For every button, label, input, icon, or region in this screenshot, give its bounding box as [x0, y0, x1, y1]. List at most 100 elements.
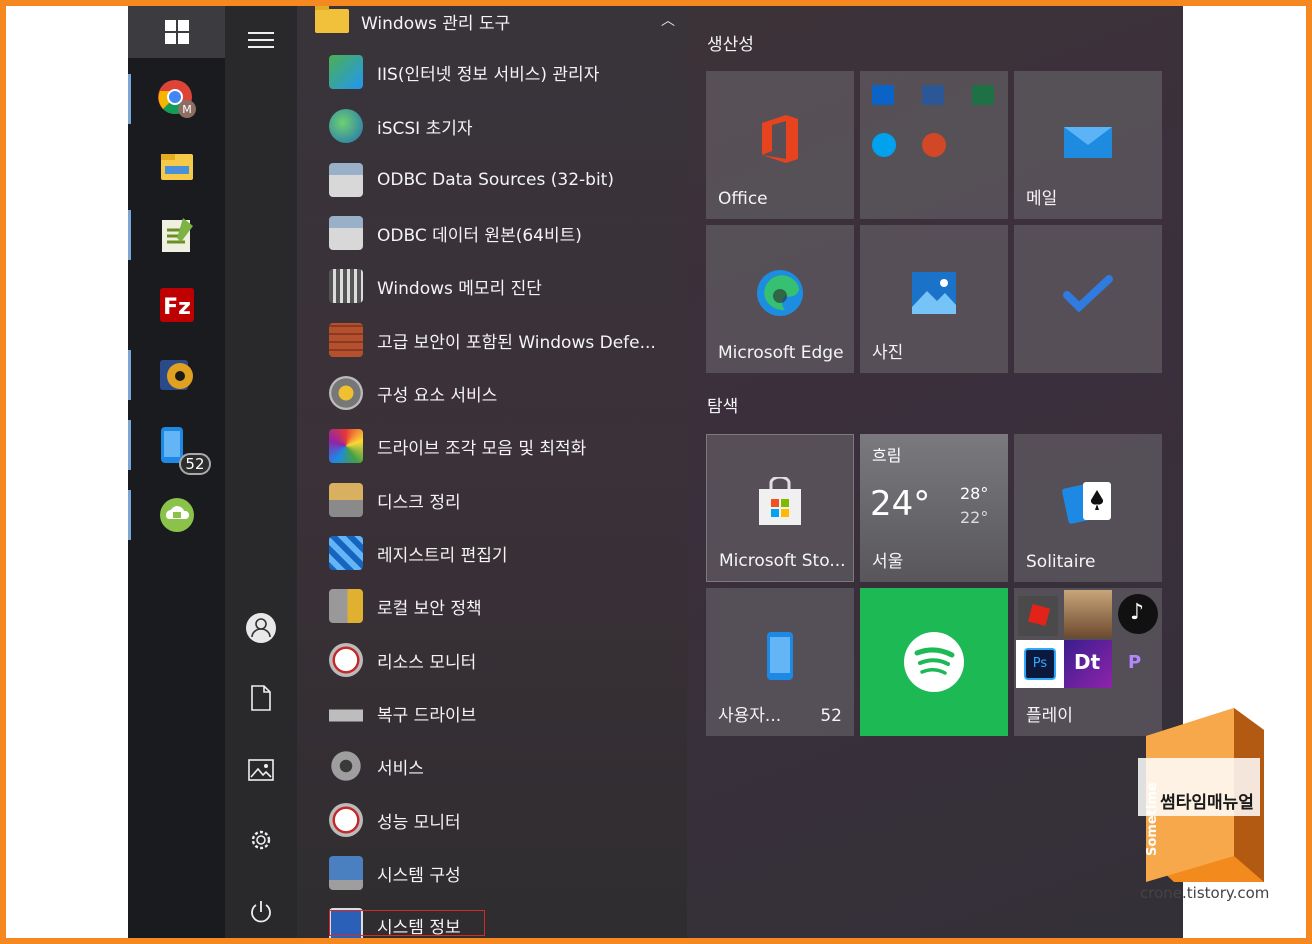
tile-edge[interactable]: Microsoft Edge: [706, 225, 854, 373]
weather-temperature: 24°: [870, 484, 931, 524]
photoshop-express-icon: Ps: [1016, 640, 1064, 688]
app-label: 리소스 모니터: [377, 652, 477, 673]
tile-area: 생산성 Office 메일 Microsoft Edge 사진 탐색 Micro…: [687, 6, 1183, 938]
globe-icon: [329, 109, 363, 143]
taskbar-phone-link[interactable]: 52: [128, 416, 225, 475]
tile-label: 메일: [1026, 189, 1058, 209]
tile-photos[interactable]: 사진: [860, 225, 1008, 373]
tile-phone-link[interactable]: 사용자... 52: [706, 588, 854, 736]
taskbar-media-player[interactable]: [128, 346, 225, 404]
notepad-plus-icon: [161, 218, 193, 252]
app-item-defender-firewall[interactable]: 고급 보안이 포함된 Windows Defe...: [329, 318, 679, 362]
app-label: 레지스트리 편집기: [377, 545, 508, 566]
drive-icon: [329, 696, 363, 730]
database-icon: [329, 216, 363, 250]
app-label: 서비스: [377, 758, 424, 779]
app-label: iSCSI 초기자: [377, 118, 473, 139]
phone-badge: 52: [179, 453, 211, 475]
app-label: 디스크 정리: [377, 492, 461, 513]
app-item-services[interactable]: 서비스: [329, 744, 679, 788]
taskbar-filezilla[interactable]: Fz: [128, 276, 225, 334]
picture-icon: [248, 759, 274, 781]
app-label: 성능 모니터: [377, 812, 461, 833]
app-label: 복구 드라이브: [377, 705, 477, 726]
tile-label: Microsoft Edge: [718, 343, 844, 363]
monitor-icon: [329, 856, 363, 890]
tile-office[interactable]: Office: [706, 71, 854, 219]
folder-icon: [315, 6, 349, 33]
power-button[interactable]: [225, 888, 297, 936]
windows-logo-icon: [164, 20, 189, 44]
app-item-memory-diagnostic[interactable]: Windows 메모리 진단: [329, 264, 679, 308]
start-menu-screen: M Fz 52 Windows 관리 도구 ︿ IIS(인터넷 정보 서비스) …: [128, 6, 1183, 938]
app-item-defrag[interactable]: 드라이브 조각 모음 및 최적화: [329, 424, 679, 468]
app-item-component-services[interactable]: 구성 요소 서비스: [329, 371, 679, 415]
filezilla-icon: Fz: [159, 288, 194, 322]
watermark-brand: 썸타임매뉴얼: [1160, 793, 1254, 813]
group-label-productivity: 생산성: [707, 35, 754, 55]
app-item-performance-monitor[interactable]: 성능 모니터: [329, 798, 679, 842]
firewall-icon: [329, 323, 363, 357]
windows-start-button[interactable]: [128, 6, 225, 58]
tile-spotify[interactable]: [860, 588, 1008, 736]
services-gear-icon: [329, 749, 363, 783]
powerpoint-icon: [922, 133, 946, 157]
tile-office-apps[interactable]: [860, 71, 1008, 219]
tile-label: 서울: [872, 552, 904, 572]
mail-icon: [1064, 127, 1112, 159]
taskbar-file-explorer[interactable]: [128, 138, 225, 196]
app-item-resource-monitor[interactable]: 리소스 모니터: [329, 638, 679, 682]
taskbar: M Fz 52: [128, 6, 225, 938]
app-item-local-security-policy[interactable]: 로컬 보안 정책: [329, 584, 679, 628]
tile-mail[interactable]: 메일: [1014, 71, 1162, 219]
tile-weather[interactable]: 흐림 24° 28° 22° 서울: [860, 434, 1008, 582]
weather-low: 22°: [960, 508, 989, 527]
app-item-system-configuration[interactable]: 시스템 구성: [329, 851, 679, 895]
app-item-disk-cleanup[interactable]: 디스크 정리: [329, 478, 679, 522]
app-item-recovery-drive[interactable]: 복구 드라이브: [329, 691, 679, 735]
app-item-odbc64[interactable]: ODBC 데이터 원본(64비트): [329, 211, 679, 255]
tile-label: 사용자...: [718, 706, 782, 726]
hamburger-menu-button[interactable]: [225, 16, 297, 64]
cards-icon: [1062, 482, 1111, 524]
gauge-icon: [329, 643, 363, 677]
start-left-rail: [225, 6, 297, 938]
chevron-up-icon[interactable]: ︿: [661, 10, 675, 30]
app-label: 시스템 구성: [377, 865, 461, 886]
defrag-icon: [329, 429, 363, 463]
tile-todo[interactable]: [1014, 225, 1162, 373]
admin-tools-folder[interactable]: Windows 관리 도구 ︿: [315, 6, 675, 36]
taskbar-notepad-plus[interactable]: [128, 206, 225, 264]
database-icon: [329, 163, 363, 197]
iis-icon: [329, 55, 363, 89]
taskbar-cloud-app[interactable]: [128, 486, 225, 544]
memory-chip-icon: [329, 269, 363, 303]
photos-icon: [912, 272, 956, 315]
svg-text:Fz: Fz: [163, 295, 191, 320]
app-item-iis[interactable]: IIS(인터넷 정보 서비스) 관리자: [329, 50, 679, 94]
store-bag-icon: [759, 477, 801, 526]
gear-icon: [251, 830, 271, 850]
user-icon: [246, 613, 276, 643]
hamburger-icon: [248, 32, 274, 48]
app-item-iscsi[interactable]: iSCSI 초기자: [329, 104, 679, 148]
watermark-url: crone.tistory.com: [1140, 884, 1270, 902]
taskbar-chrome[interactable]: M: [128, 70, 225, 128]
documents-button[interactable]: [225, 674, 297, 722]
disk-cleanup-icon: [329, 483, 363, 517]
tile-solitaire[interactable]: Solitaire: [1014, 434, 1162, 582]
tile-store[interactable]: Microsoft Sto...: [706, 434, 854, 582]
app-item-odbc32[interactable]: ODBC Data Sources (32-bit): [329, 158, 679, 202]
gauge-icon: [329, 803, 363, 837]
tile-label: Microsoft Sto...: [719, 551, 846, 571]
pictures-button[interactable]: [225, 746, 297, 794]
app-label: IIS(인터넷 정보 서비스) 관리자: [377, 64, 600, 85]
skype-icon: [872, 133, 896, 157]
settings-button[interactable]: [225, 816, 297, 864]
selection-highlight: [329, 910, 485, 936]
excel-icon: [972, 85, 994, 105]
power-icon: [251, 901, 271, 923]
app-item-registry-editor[interactable]: 레지스트리 편집기: [329, 531, 679, 575]
media-player-icon: [159, 360, 193, 390]
user-account-button[interactable]: [225, 604, 297, 652]
